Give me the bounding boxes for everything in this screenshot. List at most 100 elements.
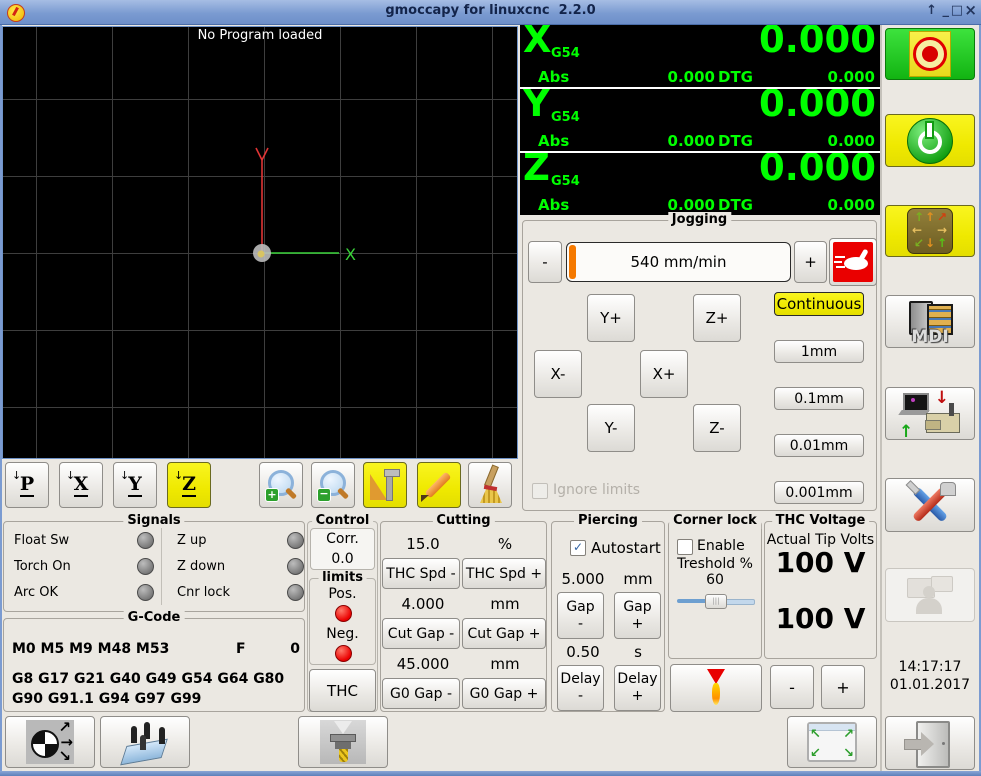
view-x-button[interactable]: ↓ X <box>59 462 103 508</box>
g0-gap-plus-button[interactable]: G0 Gap + <box>462 678 546 709</box>
abs-value: 0.000 <box>667 132 715 150</box>
voltage-minus-button[interactable]: - <box>770 665 814 709</box>
label: THC Spd + <box>465 565 543 582</box>
zoom-in-icon: + <box>264 468 298 502</box>
exit-door-icon <box>904 720 956 768</box>
neg-limit-led <box>335 645 352 662</box>
label: Gap <box>623 598 652 615</box>
thc-voltage-frame: THC Voltage Actual Tip Volts 100 V 100 V <box>764 513 877 659</box>
increment-0001mm-button[interactable]: 0.001mm <box>774 481 864 504</box>
corr-value: 0.0 <box>331 551 354 567</box>
corner-lock-frame: Corner lock Enable Treshold % 60 ||| <box>668 513 762 659</box>
label: G0 Gap - <box>389 685 453 702</box>
arrow-nw-icon: ↖ <box>810 727 821 742</box>
increment-001mm-button[interactable]: 0.01mm <box>774 434 864 457</box>
torch-button[interactable] <box>670 664 762 712</box>
cut-gap-plus-button[interactable]: Cut Gap + <box>462 618 546 649</box>
user-icon <box>903 574 957 616</box>
spindle-tool-icon <box>320 720 366 764</box>
titlebar[interactable]: gmoccapy for linuxcnc 2.2.0 ↑ _ □ × <box>0 0 981 25</box>
coord-system: G54 <box>551 174 580 189</box>
view-y-label: Y <box>128 473 142 497</box>
cnr-lock-led <box>287 584 304 601</box>
thc-speed-minus-button[interactable]: THC Spd - <box>382 558 460 589</box>
jog-speed-slider[interactable]: 540 mm/min <box>566 242 791 282</box>
gcode-preview[interactable]: No Program loaded X <box>2 26 518 459</box>
view-y-button[interactable]: ↓ Y <box>113 462 157 508</box>
mdi-button[interactable]: MDI <box>885 295 975 348</box>
dro-axis-z[interactable]: Z G54 0.000 Abs 0.000 DTG 0.000 <box>520 153 880 215</box>
edit-gcode-button[interactable] <box>417 462 461 508</box>
g0-gap-unit: mm <box>490 655 520 673</box>
arrow-up-icon: ↑ <box>899 421 914 442</box>
zoom-in-button[interactable]: + <box>259 462 303 508</box>
thc-button[interactable]: THC <box>309 669 376 712</box>
zoom-out-button[interactable]: − <box>311 462 355 508</box>
increment-continuous-button[interactable]: Continuous <box>774 292 864 316</box>
x-axis-label: X <box>345 245 356 264</box>
clear-plot-button[interactable] <box>468 462 512 508</box>
block-height-button[interactable] <box>100 716 190 768</box>
autostart-checkbox[interactable]: ✓ <box>570 540 586 556</box>
voltage-plus-button[interactable]: + <box>821 665 865 709</box>
window-close-button[interactable]: × <box>964 1 977 19</box>
tool-change-button[interactable] <box>298 716 388 768</box>
axis-value: 0.000 <box>758 25 876 61</box>
estop-button[interactable] <box>885 28 975 80</box>
settings-button[interactable] <box>885 478 975 532</box>
dro-axis-x[interactable]: X G54 0.000 Abs 0.000 DTG 0.000 <box>520 25 880 87</box>
pierce-delay-plus-button[interactable]: Delay + <box>614 665 661 711</box>
g0-gap-minus-button[interactable]: G0 Gap - <box>382 678 460 709</box>
jog-speed-plus-button[interactable]: + <box>794 241 827 283</box>
jog-z-minus-button[interactable]: Z- <box>693 404 741 452</box>
limits-title: limits <box>318 570 367 586</box>
machine-settings-button[interactable]: ↓ ↑ <box>885 387 975 442</box>
jog-y-plus-button[interactable]: Y+ <box>587 294 635 342</box>
control-frame: Control Corr. 0.0 limits Pos. Neg. THC <box>307 513 378 712</box>
abs-value: 0.000 <box>667 68 715 86</box>
gcode-frame: G-Code M0 M5 M9 M48 M53 F 0 G8 G17 G21 G… <box>3 610 305 712</box>
window-shade-button[interactable]: ↑ <box>926 3 937 18</box>
jog-x-minus-button[interactable]: X- <box>534 350 582 398</box>
window-title: gmoccapy for linuxcnc 2.2.0 <box>385 3 596 18</box>
dtg-value: 0.000 <box>827 132 875 150</box>
show-jog-button[interactable]: ↑ ↑ ↗ ← → ↙ ↓ ↑ <box>885 205 975 257</box>
window-maximize-button[interactable]: □ <box>951 3 963 18</box>
pierce-gap-plus-button[interactable]: Gap + <box>614 592 661 639</box>
pierce-delay-minus-button[interactable]: Delay - <box>557 665 604 711</box>
increment-01mm-button[interactable]: 0.1mm <box>774 387 864 410</box>
label: Delay <box>617 671 658 687</box>
date-value: 01.01.2017 <box>889 677 971 693</box>
dro-axis-y[interactable]: Y G54 0.000 Abs 0.000 DTG 0.000 <box>520 89 880 151</box>
view-z-button[interactable]: ↓ Z <box>167 462 211 508</box>
jog-y-minus-button[interactable]: Y- <box>587 404 635 452</box>
exit-button[interactable] <box>885 716 975 770</box>
enable-checkbox[interactable] <box>677 539 693 555</box>
thc-speed-plus-button[interactable]: THC Spd + <box>462 558 546 589</box>
window-border-bottom <box>0 771 981 776</box>
dimensions-button[interactable] <box>363 462 407 508</box>
jog-speed-minus-button[interactable]: - <box>528 241 562 283</box>
fullscreen-button[interactable]: ↖ ↗ ↙ ↘ <box>787 716 877 768</box>
axes-overlay: X <box>253 147 356 264</box>
window-minimize-button[interactable]: _ <box>943 3 950 18</box>
turbo-jog-button[interactable] <box>829 238 877 286</box>
cut-gap-value: 4.000 <box>401 595 445 613</box>
ignore-limits-checkbox[interactable] <box>532 483 548 499</box>
pierce-gap-unit: mm <box>623 570 653 588</box>
cut-gap-minus-button[interactable]: Cut Gap - <box>382 618 460 649</box>
threshold-slider[interactable]: ||| <box>677 594 755 609</box>
view-p-button[interactable]: ↓ P <box>5 462 49 508</box>
pierce-gap-minus-button[interactable]: Gap - <box>557 592 604 639</box>
slider-handle[interactable]: ||| <box>705 594 727 609</box>
minus-badge: − <box>317 488 331 502</box>
label: Z+ <box>705 309 729 327</box>
touch-off-button[interactable]: ↗ → ↘ <box>5 716 95 768</box>
jog-z-plus-button[interactable]: Z+ <box>693 294 741 342</box>
jog-x-plus-button[interactable]: X+ <box>640 350 688 398</box>
setpoint-voltage-value: 100 V <box>775 602 866 635</box>
increment-1mm-button[interactable]: 1mm <box>774 340 864 363</box>
machine-on-button[interactable] <box>885 114 975 167</box>
arrow-down-icon: ↓ <box>934 387 949 408</box>
pierce-delay-value: 0.50 <box>566 643 600 661</box>
